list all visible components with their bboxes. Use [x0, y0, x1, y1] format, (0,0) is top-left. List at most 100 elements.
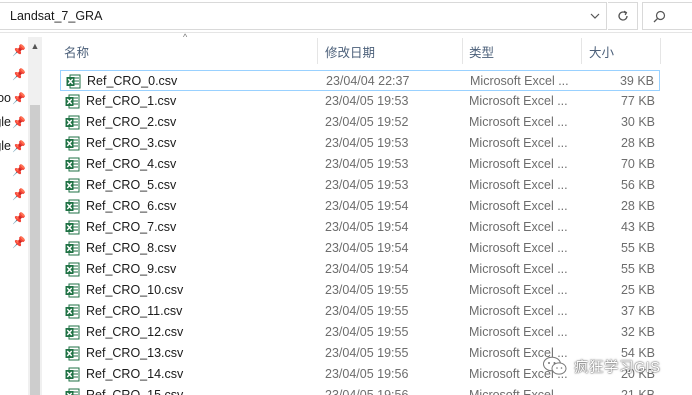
- file-size: 21 KB: [620, 388, 655, 395]
- file-name: Ref_CRO_11.csv: [86, 304, 183, 318]
- column-divider[interactable]: [462, 38, 463, 64]
- file-row[interactable]: Ref_CRO_5.csv 23/04/05 19:53 Microsoft Exc…: [60, 175, 660, 196]
- file-size: 30 KB: [620, 115, 655, 129]
- file-modified-date: 23/04/05 19:55: [325, 325, 409, 339]
- pin-icon: 📌: [12, 141, 26, 153]
- file-modified-date: 23/04/05 19:56: [325, 367, 409, 381]
- excel-file-icon: [65, 178, 80, 193]
- file-modified-date: 23/04/05 19:55: [325, 304, 409, 318]
- excel-file-icon: [65, 157, 80, 172]
- column-header-type[interactable]: 类型: [469, 38, 574, 64]
- file-row[interactable]: Ref_CRO_15.csv 23/04/05 19:56 Microsoft Ex…: [60, 385, 660, 395]
- file-type: Microsoft Excel ...: [469, 304, 568, 318]
- file-modified-date: 23/04/05 19:53: [325, 94, 409, 108]
- file-name: Ref_CRO_4.csv: [86, 157, 177, 171]
- column-header-name-label: 名称: [64, 45, 90, 60]
- file-row[interactable]: Ref_CRO_4.csv 23/04/05 19:53 Microsoft Exc…: [60, 154, 660, 175]
- file-type: Microsoft Excel ...: [469, 241, 568, 255]
- nav-scroll-up-icon[interactable]: ▲: [28, 39, 42, 53]
- file-modified-date: 23/04/05 19:54: [325, 199, 409, 213]
- file-type: Microsoft Excel ...: [469, 115, 568, 129]
- excel-file-icon: [65, 325, 80, 340]
- file-type: Microsoft Excel ...: [469, 178, 568, 192]
- file-modified-date: 23/04/05 19:56: [325, 388, 409, 395]
- file-row[interactable]: Ref_CRO_10.csv 23/04/05 19:55 Microsoft Ex…: [60, 280, 660, 301]
- file-row[interactable]: Ref_CRO_11.csv 23/04/05 19:55 Microsoft Ex…: [60, 301, 660, 322]
- navigation-pane: ▲ 📌 📌 oo 📌 gle 📌 gle 📌 📌 📌 📌 📌: [0, 33, 43, 395]
- file-modified-date: 23/04/05 19:53: [325, 136, 409, 150]
- column-header-name[interactable]: 名称: [64, 38, 314, 64]
- excel-file-icon: [65, 388, 80, 395]
- file-modified-date: 23/04/05 19:54: [325, 262, 409, 276]
- address-bar[interactable]: Landsat_7_GRA: [0, 2, 607, 30]
- file-name: Ref_CRO_6.csv: [86, 199, 177, 213]
- refresh-icon: [617, 10, 628, 21]
- nav-item-label[interactable]: gle: [0, 139, 11, 153]
- nav-item-label[interactable]: oo: [0, 91, 11, 105]
- file-row[interactable]: Ref_CRO_1.csv 23/04/05 19:53 Microsoft Exc…: [60, 91, 660, 112]
- column-header-date-label: 修改日期: [325, 45, 376, 60]
- column-header-size[interactable]: 大小: [589, 38, 659, 64]
- address-dropdown-button[interactable]: [583, 2, 607, 30]
- chevron-down-icon: [590, 13, 600, 19]
- file-type: Microsoft Excel ...: [469, 283, 568, 297]
- nav-scroll-thumb[interactable]: [30, 105, 40, 395]
- file-modified-date: 23/04/05 19:52: [325, 115, 409, 129]
- file-modified-date: 23/04/05 19:55: [325, 346, 409, 360]
- file-row[interactable]: Ref_CRO_8.csv 23/04/05 19:54 Microsoft Exc…: [60, 238, 660, 259]
- excel-file-icon: [65, 94, 80, 109]
- file-name: Ref_CRO_5.csv: [86, 178, 177, 192]
- file-size: 55 KB: [620, 262, 655, 276]
- file-type: Microsoft Excel ...: [469, 136, 568, 150]
- file-name: Ref_CRO_7.csv: [86, 220, 177, 234]
- file-modified-date: 23/04/05 19:55: [325, 283, 409, 297]
- nav-item-label[interactable]: gle: [0, 115, 11, 129]
- file-size: 37 KB: [620, 304, 655, 318]
- file-row[interactable]: Ref_CRO_6.csv 23/04/05 19:54 Microsoft Exc…: [60, 196, 660, 217]
- excel-file-icon: [65, 220, 80, 235]
- file-modified-date: 23/04/05 19:54: [325, 220, 409, 234]
- file-modified-date: 23/04/05 19:53: [325, 157, 409, 171]
- column-divider[interactable]: [581, 38, 582, 64]
- file-size: 25 KB: [620, 283, 655, 297]
- file-row[interactable]: Ref_CRO_9.csv 23/04/05 19:54 Microsoft Exc…: [60, 259, 660, 280]
- excel-file-icon: [66, 74, 81, 89]
- file-name: Ref_CRO_8.csv: [86, 241, 177, 255]
- excel-file-icon: [65, 241, 80, 256]
- wechat-icon: [543, 356, 567, 375]
- file-name: Ref_CRO_2.csv: [86, 115, 177, 129]
- file-row[interactable]: Ref_CRO_7.csv 23/04/05 19:54 Microsoft Exc…: [60, 217, 660, 238]
- column-divider[interactable]: [317, 38, 318, 64]
- file-name: Ref_CRO_0.csv: [87, 74, 178, 88]
- excel-file-icon: [65, 199, 80, 214]
- file-size: 77 KB: [620, 94, 655, 108]
- refresh-button[interactable]: [608, 2, 638, 30]
- file-name: Ref_CRO_3.csv: [86, 136, 177, 150]
- excel-file-icon: [65, 136, 80, 151]
- file-row[interactable]: Ref_CRO_0.csv 23/04/04 22:37 Microsoft Exc…: [60, 70, 660, 91]
- file-size: 39 KB: [619, 74, 654, 88]
- file-type: Microsoft Excel ...: [469, 388, 568, 395]
- pin-icon: 📌: [12, 165, 26, 177]
- file-size: 55 KB: [620, 241, 655, 255]
- excel-file-icon: [65, 115, 80, 130]
- file-name: Ref_CRO_12.csv: [86, 325, 184, 339]
- file-row[interactable]: Ref_CRO_12.csv 23/04/05 19:55 Microsoft Ex…: [60, 322, 660, 343]
- file-name: Ref_CRO_10.csv: [86, 283, 184, 297]
- column-header-date[interactable]: 修改日期: [325, 38, 455, 64]
- excel-file-icon: [65, 367, 80, 382]
- address-toolbar: Landsat_7_GRA: [0, 0, 692, 33]
- search-input[interactable]: [642, 2, 692, 30]
- column-divider[interactable]: [660, 38, 661, 64]
- file-size: 43 KB: [620, 220, 655, 234]
- file-type: Microsoft Excel ...: [469, 94, 568, 108]
- address-path: Landsat_7_GRA: [10, 9, 103, 23]
- pin-icon: 📌: [12, 93, 26, 105]
- file-modified-date: 23/04/05 19:54: [325, 241, 409, 255]
- file-type: Microsoft Excel ...: [470, 74, 569, 88]
- file-row[interactable]: Ref_CRO_3.csv 23/04/05 19:53 Microsoft Exc…: [60, 133, 660, 154]
- file-row[interactable]: Ref_CRO_2.csv 23/04/05 19:52 Microsoft Exc…: [60, 112, 660, 133]
- file-name: Ref_CRO_9.csv: [86, 262, 177, 276]
- watermark: 疯狂学习GIS: [542, 354, 690, 378]
- pin-icon: 📌: [12, 45, 26, 57]
